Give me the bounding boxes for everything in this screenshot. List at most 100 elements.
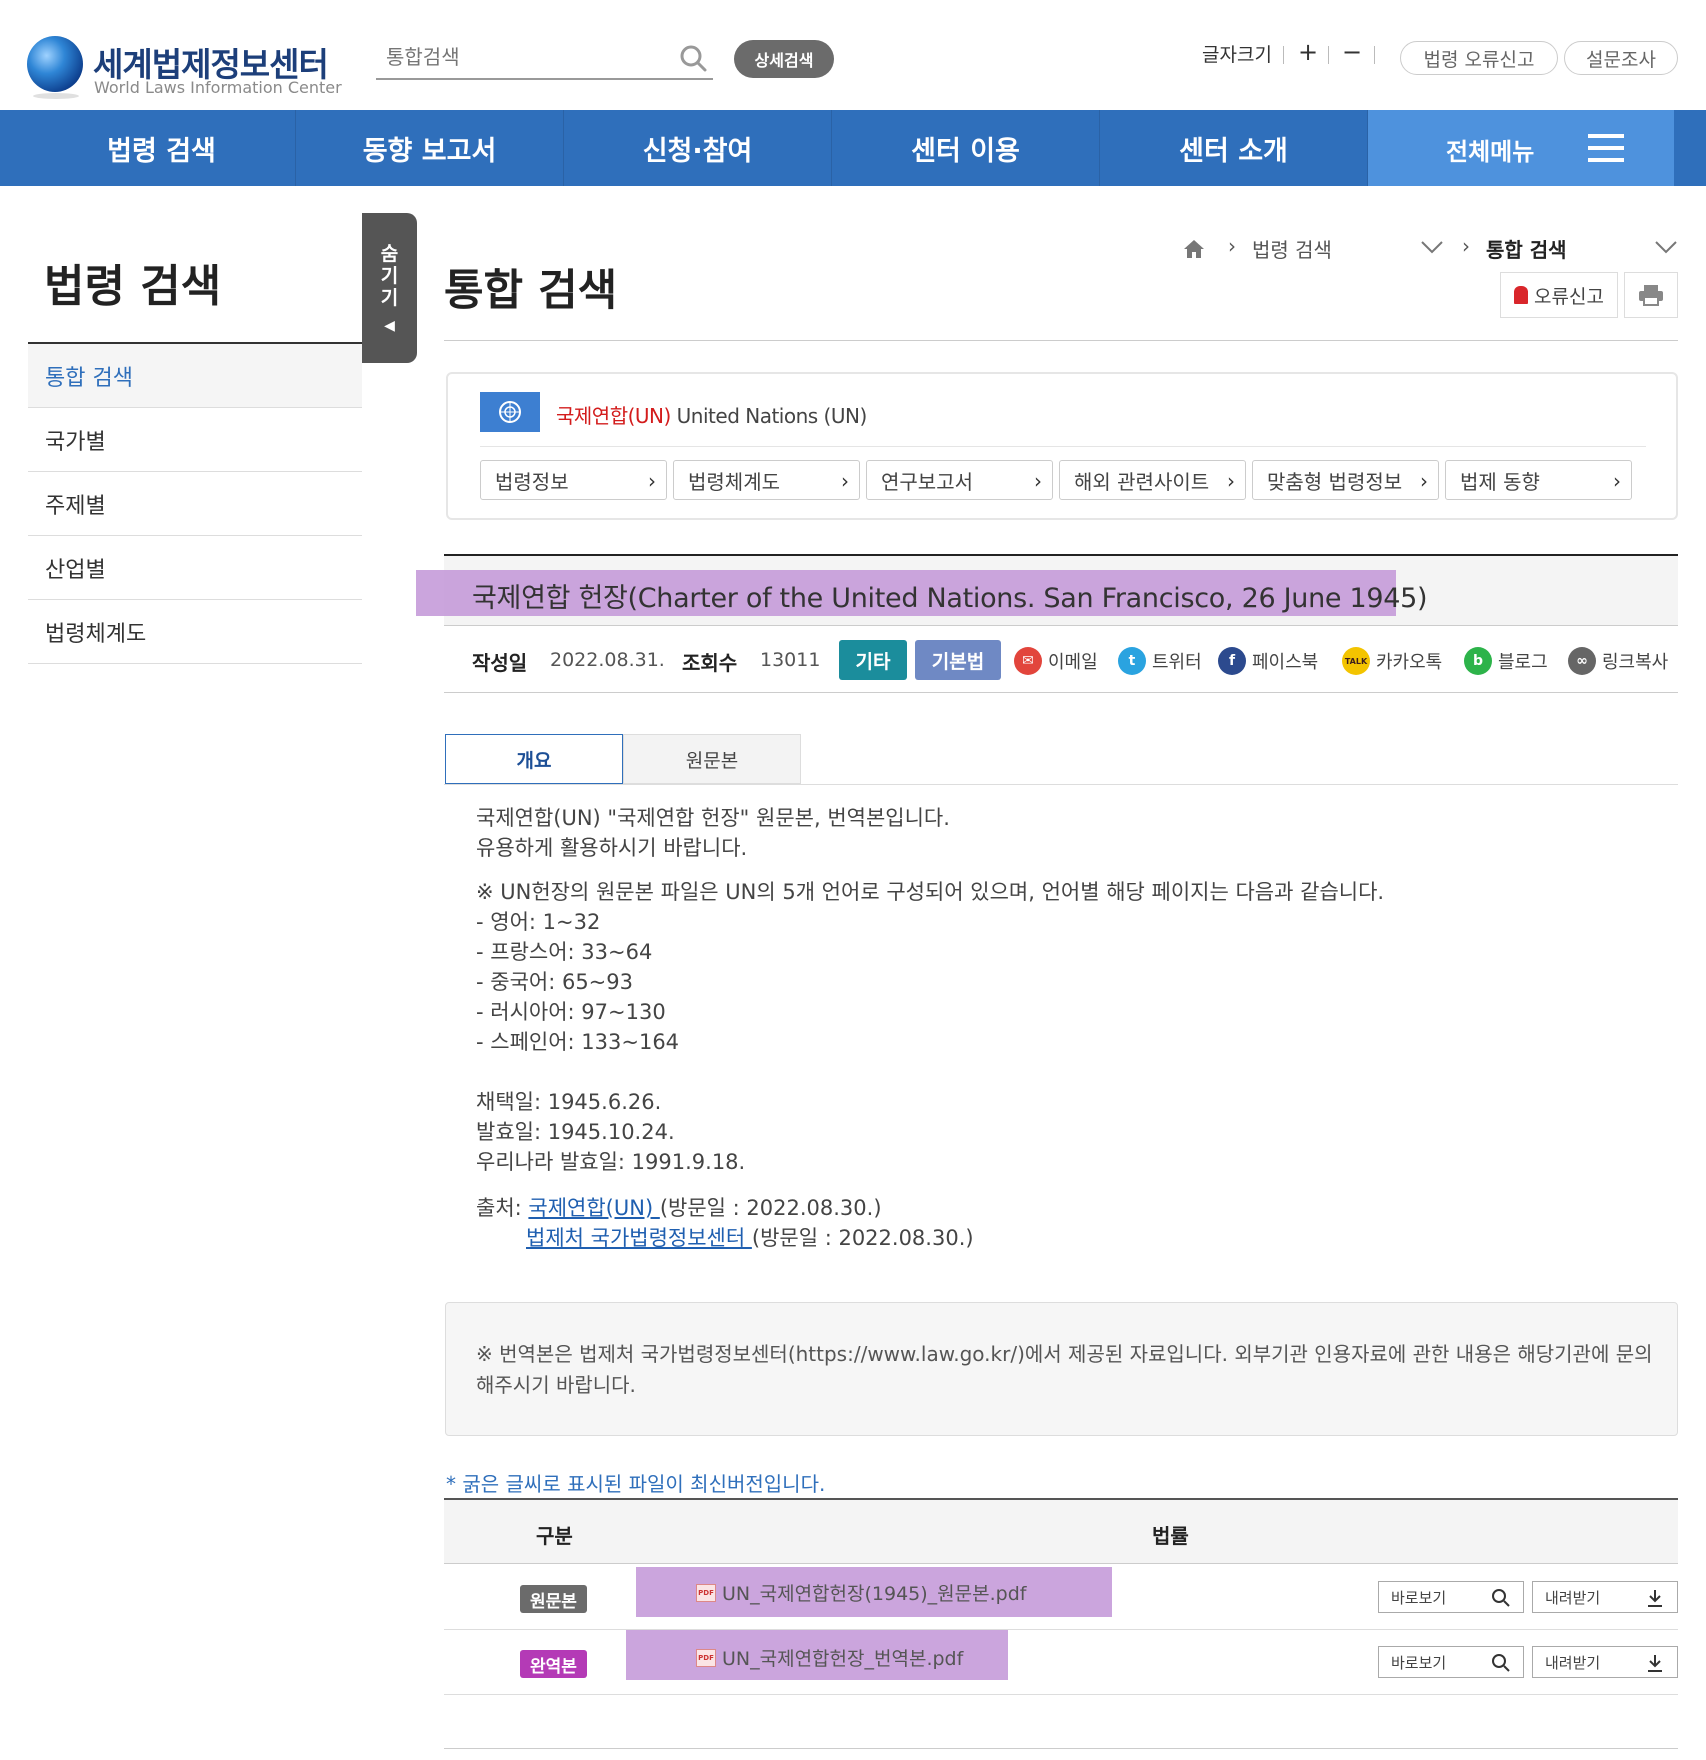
divider	[444, 340, 1678, 341]
org-link-custom-info[interactable]: 맞춤형 법령정보 ›	[1252, 460, 1439, 500]
org-link-research-report[interactable]: 연구보고서 ›	[866, 460, 1053, 500]
print-button[interactable]	[1624, 272, 1678, 318]
org-link-legal-system[interactable]: 법령체계도 ›	[673, 460, 860, 500]
nav-item-trend-report[interactable]: 동향 보고서	[296, 110, 564, 186]
share-copy-link[interactable]: ∞ 링크복사	[1568, 647, 1668, 675]
font-size-label: 글자크기	[1202, 44, 1272, 66]
home-icon[interactable]	[1183, 238, 1205, 260]
latest-version-note: * 굵은 글씨로 표시된 파일이 최신버전입니다.	[446, 1472, 826, 1496]
sidebar-title: 법령 검색	[44, 261, 222, 312]
tag-other[interactable]: 기타	[839, 640, 907, 680]
detail-search-button[interactable]: 상세검색	[734, 40, 834, 78]
site-logo[interactable]: 세계법제정보센터 World Laws Information Center	[27, 36, 342, 100]
source-line-1: 출처: 국제연합(UN) (방문일 : 2022.08.30.)	[476, 1192, 882, 1222]
view-button[interactable]: 바로보기	[1378, 1646, 1524, 1678]
share-facebook[interactable]: f 페이스북	[1218, 647, 1318, 675]
twitter-icon: t	[1118, 647, 1146, 675]
download-button[interactable]: 내려받기	[1532, 1646, 1678, 1678]
effective-date: 발효일: 1945.10.24.	[476, 1120, 675, 1144]
error-report-label: 오류신고	[1534, 285, 1604, 308]
sidebar-item-by-country[interactable]: 국가별	[28, 408, 362, 472]
collapse-arrow-icon: ◀	[384, 318, 395, 334]
source-link-law-center[interactable]: 법제처 국가법령정보센터	[526, 1226, 752, 1250]
pdf-icon: PDF	[696, 1583, 716, 1602]
error-report-small-button[interactable]: 오류신고	[1500, 272, 1618, 318]
tab-original[interactable]: 원문본	[623, 734, 801, 784]
sidebar-item-integrated-search[interactable]: 통합 검색	[28, 344, 362, 408]
globe-logo-icon	[27, 36, 83, 99]
search-box	[376, 38, 713, 80]
notice-box: ※ 번역본은 법제처 국가법령정보센터(https://www.law.go.k…	[445, 1302, 1678, 1436]
file-link[interactable]: PDF UN_국제연합헌장(1945)_원문본.pdf	[696, 1579, 1026, 1606]
org-link-overseas-sites[interactable]: 해외 관련사이트 ›	[1059, 460, 1246, 500]
org-link-label: 연구보고서	[881, 469, 973, 494]
download-label: 내려받기	[1545, 1653, 1601, 1672]
breadcrumb-item-law-search[interactable]: 법령 검색	[1252, 234, 1332, 263]
file-name: UN_국제연합헌장_번역본.pdf	[722, 1648, 964, 1670]
sidebar-menu: 통합 검색 국가별 주제별 산업별 법령체계도	[28, 344, 362, 664]
error-report-button[interactable]: 법령 오류신고	[1400, 41, 1558, 75]
sidebar-item-legal-system[interactable]: 법령체계도	[28, 600, 362, 664]
language-item: - 프랑스어: 33~64	[476, 940, 653, 964]
language-item: - 중국어: 65~93	[476, 970, 634, 994]
hamburger-icon	[1588, 134, 1624, 162]
all-menu-button[interactable]: 전체메뉴	[1368, 110, 1674, 186]
intro-line-2: 유용하게 활용하시기 바랍니다.	[476, 836, 748, 860]
chevron-down-icon[interactable]	[1420, 240, 1444, 254]
org-link-legal-trends[interactable]: 법제 동향 ›	[1445, 460, 1632, 500]
hide-tab-char: 기	[380, 265, 399, 287]
source-line-2: 법제처 국가법령정보센터 (방문일 : 2022.08.30.)	[526, 1222, 974, 1252]
korea-effective-date: 우리나라 발효일: 1991.9.18.	[476, 1150, 746, 1174]
chevron-right-icon: ›	[1034, 469, 1042, 493]
un-flag-icon	[480, 392, 540, 432]
file-name: UN_국제연합헌장(1945)_원문본.pdf	[722, 1583, 1027, 1605]
tag-basic-law[interactable]: 기본법	[915, 640, 1001, 680]
breadcrumb-item-current[interactable]: 통합 검색	[1486, 234, 1567, 263]
divider	[1328, 46, 1329, 64]
file-link[interactable]: PDF UN_국제연합헌장_번역본.pdf	[696, 1644, 963, 1671]
org-link-law-info[interactable]: 법령정보 ›	[480, 460, 667, 500]
organization-name-ko: 국제연합(UN)	[556, 404, 671, 428]
download-button[interactable]: 내려받기	[1532, 1581, 1678, 1613]
nav-item-law-search[interactable]: 법령 검색	[28, 110, 296, 186]
share-email[interactable]: ✉ 이메일	[1014, 647, 1098, 675]
chevron-right-icon: ›	[648, 469, 656, 493]
column-header-law: 법률	[1152, 1524, 1189, 1548]
search-input[interactable]	[376, 38, 666, 76]
chevron-right-icon: ›	[841, 469, 849, 493]
download-label: 내려받기	[1545, 1588, 1601, 1607]
nav-item-apply[interactable]: 신청·참여	[564, 110, 832, 186]
organization-box: 국제연합(UN) United Nations (UN) 법령정보 › 법령체계도…	[446, 372, 1678, 520]
badge-translation: 완역본	[520, 1650, 587, 1678]
chevron-down-icon[interactable]	[1654, 240, 1678, 254]
column-header-type: 구분	[536, 1524, 573, 1548]
survey-button[interactable]: 설문조사	[1564, 41, 1678, 75]
nav-item-center-use[interactable]: 센터 이용	[832, 110, 1100, 186]
sidebar-item-by-industry[interactable]: 산업별	[28, 536, 362, 600]
badge-original: 원문본	[520, 1585, 587, 1613]
search-icon	[1492, 1589, 1510, 1607]
download-icon	[1648, 1655, 1662, 1672]
tab-overview[interactable]: 개요	[445, 734, 623, 784]
share-blog[interactable]: b 블로그	[1464, 647, 1548, 675]
divider	[1374, 46, 1375, 64]
nav-item-center-intro[interactable]: 센터 소개	[1100, 110, 1368, 186]
search-icon[interactable]	[679, 44, 707, 72]
facebook-icon: f	[1218, 647, 1246, 675]
sidebar-hide-toggle[interactable]: 숨 기 기 ◀	[362, 213, 417, 363]
share-kakaotalk[interactable]: TALK 카카오톡	[1342, 647, 1442, 675]
view-button[interactable]: 바로보기	[1378, 1581, 1524, 1613]
source-link-un[interactable]: 국제연합(UN)	[528, 1196, 659, 1220]
views-value: 13011	[760, 649, 821, 671]
share-label: 블로그	[1498, 652, 1548, 673]
logo-subtitle: World Laws Information Center	[94, 78, 342, 97]
organization-name-en: United Nations (UN)	[676, 404, 868, 428]
share-twitter[interactable]: t 트위터	[1118, 647, 1202, 675]
language-item: - 영어: 1~32	[476, 910, 601, 934]
printer-icon	[1639, 285, 1663, 306]
sidebar-item-by-topic[interactable]: 주제별	[28, 472, 362, 536]
source-visit-date: (방문일 : 2022.08.30.)	[751, 1226, 974, 1250]
all-menu-label: 전체메뉴	[1446, 138, 1535, 166]
font-increase-button[interactable]: +	[1298, 38, 1318, 66]
font-decrease-button[interactable]: −	[1342, 38, 1362, 66]
